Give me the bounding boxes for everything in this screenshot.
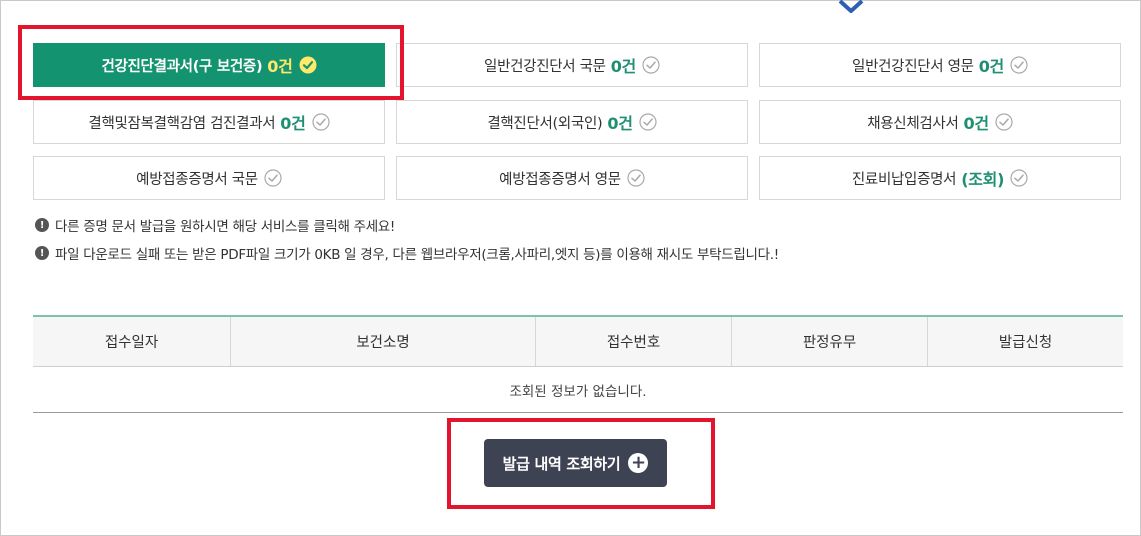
notice-line: ! 파일 다운로드 실패 또는 받은 PDF파일 크기가 0KB 일 경우, 다…	[35, 243, 779, 263]
cert-count: 0건	[607, 114, 633, 133]
table-empty-message: 조회된 정보가 없습니다.	[33, 367, 1123, 413]
cert-label: 채용신체검사서	[867, 115, 959, 132]
cert-button-vaccination-kr[interactable]: 예방접종증명서 국문	[33, 156, 385, 200]
cert-count: 0건	[978, 57, 1005, 76]
button-label: 발급 내역 조회하기	[502, 454, 621, 473]
plus-circle-icon: +	[628, 453, 649, 473]
check-circle-icon	[311, 113, 330, 131]
check-circle-icon	[1010, 56, 1028, 74]
column-header-judgment: 판정유무	[731, 317, 927, 366]
cert-count: 0건	[610, 57, 637, 76]
cert-count: 0건	[963, 114, 990, 133]
cert-button-general-kr[interactable]: 일반건강진단서 국문 0건	[396, 43, 748, 87]
column-header-date: 접수일자	[104, 335, 159, 351]
exclamation-icon: !	[35, 246, 49, 260]
cert-button-general-en[interactable]: 일반건강진단서 영문 0건	[759, 43, 1121, 87]
exclamation-icon: !	[35, 218, 49, 232]
notice-text: 파일 다운로드 실패 또는 받은 PDF파일 크기가 0KB 일 경우, 다른 …	[55, 247, 779, 263]
issuance-table: 접수일자 보건소명 접수번호 판정유무 발급신청 조회된 정보가 없습니다.	[33, 315, 1123, 413]
cert-count: 0건	[280, 114, 306, 133]
table-header-row: 접수일자 보건소명 접수번호 판정유무 발급신청	[33, 315, 1123, 367]
cert-label: 결핵및잠복결핵감염 검진결과서	[88, 115, 276, 132]
check-circle-icon	[1010, 169, 1028, 187]
cert-label: 일반건강진단서 국문	[484, 58, 606, 75]
cert-count: (조회)	[961, 170, 1005, 189]
cert-label: 진료비납입증명서	[851, 171, 957, 188]
cert-button-vaccination-en[interactable]: 예방접종증명서 영문	[396, 156, 748, 200]
check-circle-icon	[642, 56, 660, 74]
check-circle-icon	[264, 169, 282, 187]
cert-button-tb-screening[interactable]: 결핵및잠복결핵감염 검진결과서 0건	[33, 100, 385, 144]
column-header-issue-request: 발급신청	[927, 317, 1123, 366]
cert-button-employment-exam[interactable]: 채용신체검사서 0건	[759, 100, 1121, 144]
column-header-receipt-number: 접수번호	[535, 317, 731, 366]
check-circle-icon	[627, 169, 645, 187]
chevron-down-icon	[838, 0, 864, 13]
issuance-history-button[interactable]: 발급 내역 조회하기 +	[484, 439, 667, 487]
cert-button-tb-foreigner[interactable]: 결핵진단서(외국인) 0건	[396, 100, 748, 144]
cert-label: 결핵진단서(외국인)	[487, 115, 603, 132]
highlight-frame	[18, 25, 404, 100]
cert-label: 일반건강진단서 영문	[852, 58, 974, 75]
cert-button-medical-payment[interactable]: 진료비납입증명서 (조회)	[759, 156, 1121, 200]
cert-label: 예방접종증명서 국문	[136, 171, 258, 188]
notice-line: ! 다른 증명 문서 발급을 원하시면 해당 서비스를 클릭해 주세요!	[35, 215, 395, 235]
cert-label: 예방접종증명서 영문	[499, 171, 621, 188]
column-header-health-center: 보건소명	[230, 317, 535, 366]
notice-text: 다른 증명 문서 발급을 원하시면 해당 서비스를 클릭해 주세요!	[55, 219, 396, 235]
check-circle-icon	[995, 113, 1013, 131]
check-circle-icon	[639, 113, 657, 131]
